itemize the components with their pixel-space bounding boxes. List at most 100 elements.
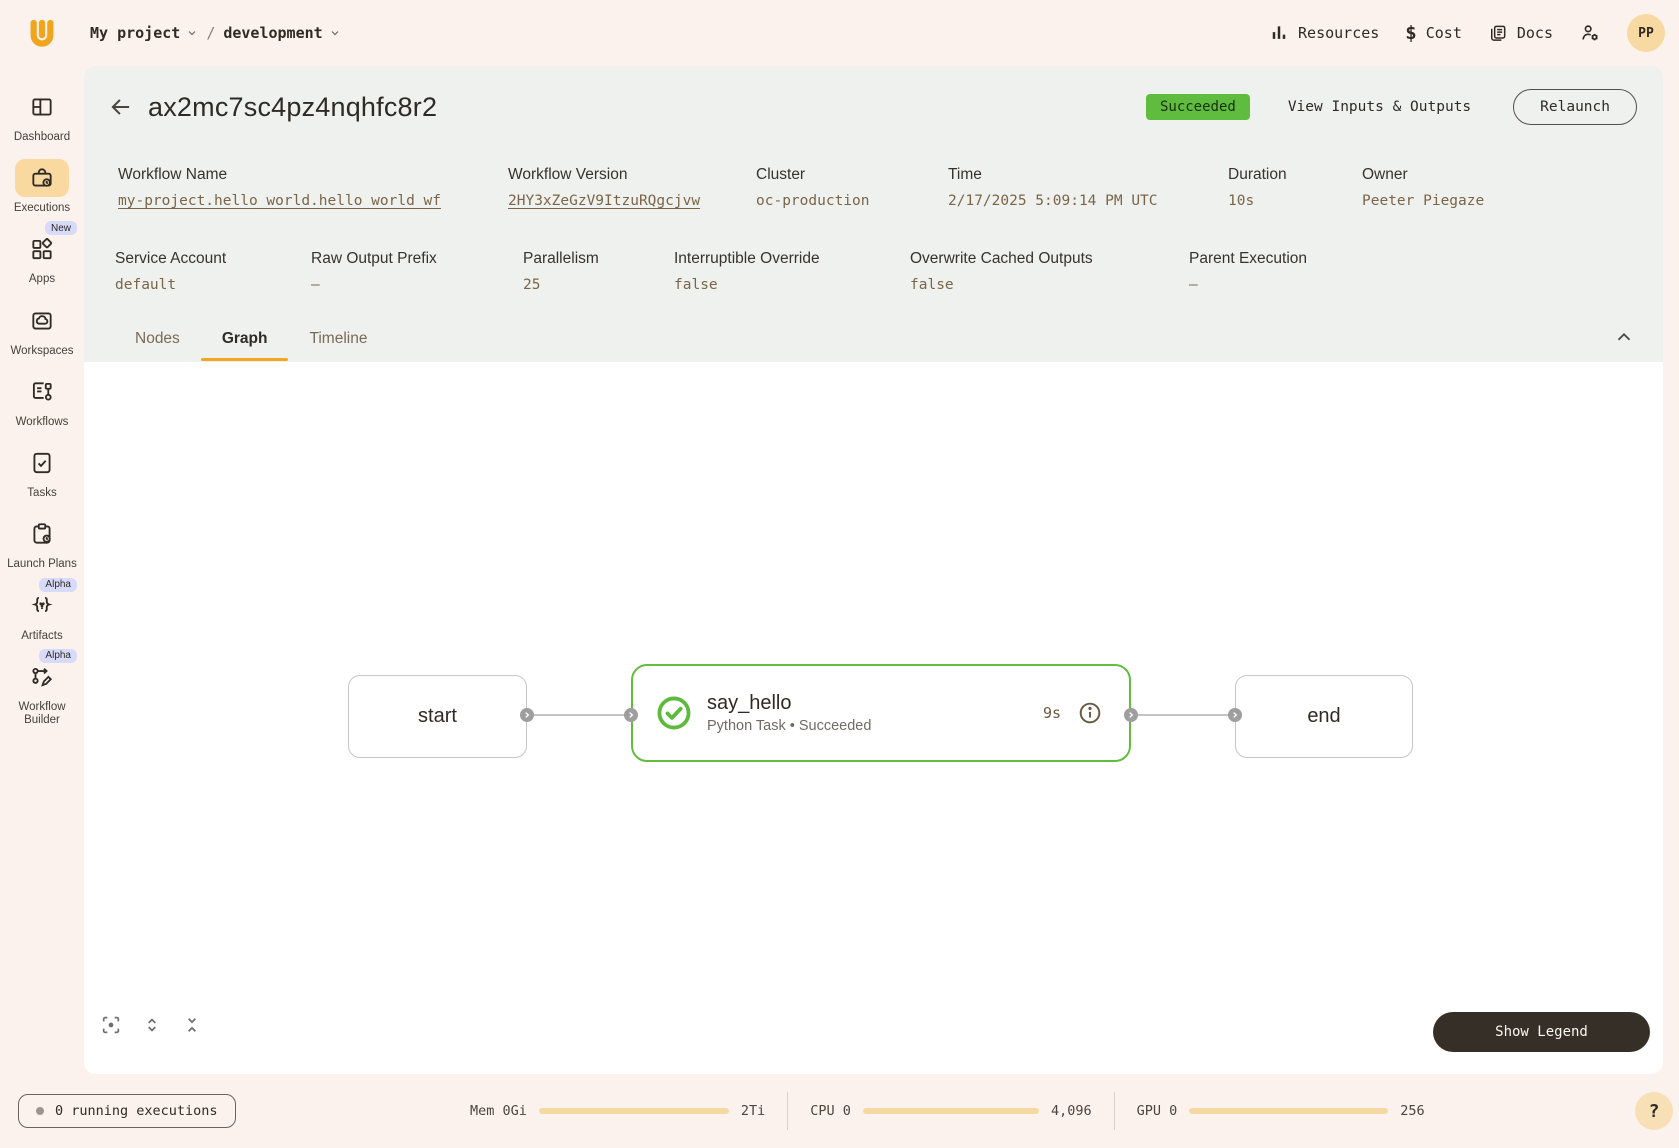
cost-label: Cost: [1426, 24, 1462, 42]
task-node-title: say_hello: [707, 692, 871, 715]
meta-value: default: [115, 277, 226, 293]
avatar[interactable]: PP: [1627, 14, 1665, 52]
docs-button[interactable]: Docs: [1488, 23, 1553, 43]
graph-canvas[interactable]: start say_hello Python Task • Succeeded …: [84, 362, 1663, 1074]
status-bar: 0 running executions Mem 0Gi 2Ti CPU 0 4…: [0, 1074, 1679, 1148]
graph-node-end[interactable]: end: [1235, 675, 1413, 758]
meta-label: Interruptible Override: [674, 250, 820, 268]
status-badge: Succeeded: [1146, 94, 1250, 120]
sidebar-item-label: Workflow Builder: [7, 701, 77, 727]
sidebar-item-workflows[interactable]: Workflows: [2, 373, 82, 429]
bar-chart-icon: [1269, 23, 1289, 43]
execution-header: ax2mc7sc4pz4nqhfc8r2 Succeeded View Inpu…: [106, 84, 1637, 130]
sidebar-item-launch-plans[interactable]: Launch Plans: [2, 515, 82, 571]
meter-divider: [1114, 1092, 1115, 1130]
meta-label: Workflow Name: [118, 166, 441, 184]
meta-overwrite-cached-outputs: Overwrite Cached Outputs false: [910, 250, 1093, 293]
memory-meter-max: 2Ti: [741, 1103, 765, 1119]
meta-service-account: Service Account default: [115, 250, 226, 293]
artifacts-icon: [29, 593, 55, 619]
cpu-meter: CPU 0 4,096: [810, 1103, 1091, 1119]
workflow-version-link[interactable]: 2HY3xZeGzV9ItzuRQgcjvw: [508, 193, 700, 209]
graph-node-start[interactable]: start: [348, 675, 527, 758]
sidebar-item-label: Artifacts: [21, 630, 63, 643]
cpu-meter-label: CPU 0: [810, 1103, 851, 1119]
help-button[interactable]: ?: [1635, 1092, 1673, 1130]
domain-selector[interactable]: development: [223, 24, 340, 42]
executions-icon: [29, 165, 55, 191]
cpu-meter-bar: [863, 1108, 1039, 1114]
meta-value: –: [311, 277, 437, 293]
meta-label: Overwrite Cached Outputs: [910, 250, 1093, 268]
edge-start-to-task: [534, 714, 631, 716]
meta-label: Parent Execution: [1189, 250, 1307, 268]
meta-label: Parallelism: [523, 250, 599, 268]
dashboard-icon: [29, 94, 55, 120]
collapse-panel-chevron-icon[interactable]: [1613, 326, 1635, 348]
meta-parent-execution: Parent Execution –: [1189, 250, 1307, 293]
workspaces-icon: [29, 308, 55, 334]
meta-label: Cluster: [756, 166, 870, 184]
meta-value: –: [1189, 277, 1307, 293]
sidebar-item-workspaces[interactable]: Workspaces: [2, 302, 82, 358]
sidebar-item-label: Workspaces: [10, 345, 73, 358]
sidebar-item-artifacts[interactable]: Alpha Artifacts: [2, 587, 82, 643]
docs-label: Docs: [1517, 24, 1553, 42]
expand-vertical-icon[interactable]: [142, 1015, 162, 1035]
edge-connector-icon: [1228, 708, 1242, 722]
cpu-meter-max: 4,096: [1051, 1103, 1092, 1119]
apps-icon: [29, 236, 55, 262]
meta-parallelism: Parallelism 25: [523, 250, 599, 293]
meta-value: 2/17/2025 5:09:14 PM UTC: [948, 193, 1158, 209]
relaunch-button[interactable]: Relaunch: [1513, 89, 1637, 125]
tab-nodes[interactable]: Nodes: [114, 318, 201, 360]
sidebar-item-workflow-builder[interactable]: Alpha Workflow Builder: [2, 658, 82, 727]
check-circle-icon: [655, 694, 693, 732]
tasks-icon: [29, 450, 55, 476]
sidebar-item-label: Apps: [29, 273, 55, 286]
top-bar: My project / development Resources $ Cos…: [0, 0, 1679, 66]
launch-plans-icon: [29, 521, 55, 547]
meta-label: Duration: [1228, 166, 1287, 184]
meta-value: false: [674, 277, 820, 293]
back-arrow-icon[interactable]: [106, 92, 136, 122]
memory-meter-bar: [539, 1108, 729, 1114]
sidebar-item-dashboard[interactable]: Dashboard: [2, 88, 82, 144]
resource-meters: Mem 0Gi 2Ti CPU 0 4,096 GPU 0 256: [470, 1092, 1425, 1130]
meta-label: Service Account: [115, 250, 226, 268]
sidebar-item-label: Tasks: [27, 487, 56, 500]
user-settings-button[interactable]: [1579, 22, 1601, 44]
center-focus-icon[interactable]: [100, 1014, 122, 1036]
show-legend-button[interactable]: Show Legend: [1433, 1012, 1650, 1052]
meta-value: false: [910, 277, 1093, 293]
sidebar-item-apps[interactable]: New Apps: [2, 230, 82, 286]
sidebar-item-executions[interactable]: Executions: [2, 159, 82, 215]
sidebar: Dashboard Executions New Apps Workspaces…: [0, 66, 84, 1148]
docs-icon: [1488, 23, 1508, 43]
running-executions-pill[interactable]: 0 running executions: [18, 1094, 236, 1128]
sidebar-item-tasks[interactable]: Tasks: [2, 444, 82, 500]
project-selector[interactable]: My project: [90, 24, 198, 42]
task-node-text: say_hello Python Task • Succeeded: [707, 692, 871, 734]
workflows-icon: [29, 379, 55, 405]
running-executions-label: 0 running executions: [55, 1103, 218, 1119]
meta-raw-output-prefix: Raw Output Prefix –: [311, 250, 437, 293]
resources-label: Resources: [1298, 24, 1379, 42]
tab-graph[interactable]: Graph: [201, 318, 289, 360]
collapse-vertical-icon[interactable]: [182, 1015, 202, 1035]
edge-connector-icon: [1124, 708, 1138, 722]
gpu-meter-bar: [1189, 1108, 1388, 1114]
union-logo-icon[interactable]: [22, 13, 62, 53]
resources-button[interactable]: Resources: [1269, 23, 1379, 43]
edge-connector-icon: [624, 708, 638, 722]
sidebar-item-label: Dashboard: [14, 131, 70, 144]
info-icon[interactable]: [1077, 700, 1103, 726]
chevron-down-icon: [186, 27, 198, 39]
tab-timeline[interactable]: Timeline: [288, 318, 388, 360]
cost-button[interactable]: $ Cost: [1405, 22, 1462, 44]
view-inputs-outputs-button[interactable]: View Inputs & Outputs: [1288, 99, 1471, 115]
meta-label: Time: [948, 166, 1158, 184]
workflow-name-link[interactable]: my-project.hello_world.hello_world_wf: [118, 193, 441, 209]
gpu-meter-label: GPU 0: [1137, 1103, 1178, 1119]
graph-node-say-hello[interactable]: say_hello Python Task • Succeeded 9s: [631, 664, 1131, 762]
